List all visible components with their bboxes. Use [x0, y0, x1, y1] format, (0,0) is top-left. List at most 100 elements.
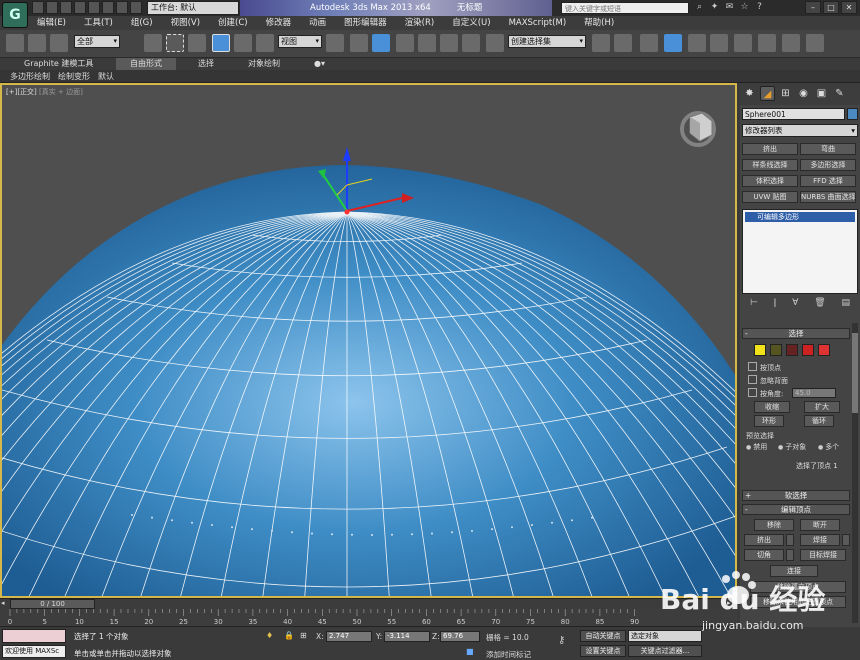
uvw-map-button[interactable]: UVW 贴图	[742, 191, 798, 203]
redo-icon[interactable]	[88, 1, 100, 14]
shrink-button[interactable]: 收缩	[754, 401, 790, 413]
snaps-toggle-icon[interactable]	[396, 34, 414, 52]
target-weld-button[interactable]: 目标焊接	[800, 549, 846, 561]
communication-center-icon[interactable]: ✉	[724, 2, 735, 13]
select-manipulate-icon[interactable]	[350, 34, 368, 52]
edit-vertices-rollout-header[interactable]: - 编辑顶点	[742, 504, 850, 515]
spline-select-button[interactable]: 样条线选择	[742, 159, 798, 171]
binoculars-icon[interactable]: ⌕	[694, 2, 705, 13]
selection-rollout-header[interactable]: - 选择	[742, 328, 850, 339]
menu-create[interactable]: 创建(C)	[209, 16, 257, 30]
keyboard-shortcut-override-icon[interactable]	[372, 34, 390, 52]
grow-button[interactable]: 扩大	[804, 401, 840, 413]
rect-selection-icon[interactable]	[166, 34, 184, 52]
vertex-level-icon[interactable]	[754, 344, 766, 356]
auto-key-button[interactable]: 自动关键点	[580, 630, 626, 642]
spinner-snap-icon[interactable]	[462, 34, 480, 52]
pin-stack-icon[interactable]: ⊢	[750, 298, 758, 312]
time-tag-icon[interactable]: ■	[466, 647, 474, 656]
subtab-defaults[interactable]: 默认	[98, 70, 114, 83]
menu-group[interactable]: 组(G)	[122, 16, 162, 30]
rendered-frame-icon[interactable]	[782, 34, 800, 52]
x-coordinate-field[interactable]: 2.747	[326, 631, 372, 642]
hierarchy-tab-icon[interactable]: ⊞	[778, 86, 793, 101]
menu-rendering[interactable]: 渲染(R)	[396, 16, 444, 30]
menu-graph-editors[interactable]: 图形编辑器	[335, 16, 396, 30]
maxscript-listener-input[interactable]	[2, 629, 66, 643]
edit-named-sets-icon[interactable]	[486, 34, 504, 52]
menu-customize[interactable]: 自定义(U)	[443, 16, 499, 30]
menu-animation[interactable]: 动画	[300, 16, 335, 30]
make-unique-icon[interactable]: ∀	[792, 298, 798, 312]
preview-subobject-radio[interactable]: 子对象	[778, 442, 806, 452]
bend-modifier-button[interactable]: 弯曲	[800, 143, 856, 155]
app-menu-button[interactable]: G	[2, 2, 28, 28]
viewcube[interactable]	[680, 111, 716, 147]
by-angle-checkbox[interactable]: 按角度:	[748, 388, 783, 399]
named-selection-dropdown[interactable]: 创建选择集	[508, 35, 586, 48]
create-tab-icon[interactable]: ✸	[742, 86, 757, 101]
nurbs-surface-select-button[interactable]: NURBS 曲面选择	[800, 191, 856, 203]
pivot-center-icon[interactable]	[326, 34, 344, 52]
render-setup-icon[interactable]	[758, 34, 776, 52]
menu-edit[interactable]: 编辑(E)	[28, 16, 75, 30]
polygon-level-icon[interactable]	[802, 344, 814, 356]
element-level-icon[interactable]	[818, 344, 830, 356]
workspace-dropdown[interactable]: 工作台: 默认	[147, 1, 239, 15]
viewport-label[interactable]: [+][正交] [真实 + 边面]	[6, 87, 83, 97]
border-level-icon[interactable]	[786, 344, 798, 356]
tab-freeform[interactable]: 自由形式	[116, 58, 176, 70]
menu-modifiers[interactable]: 修改器	[257, 16, 301, 30]
help-search-input[interactable]: 键入关键字或短语	[561, 2, 689, 14]
selection-filter-dropdown[interactable]: 全部	[74, 35, 120, 48]
undo-icon[interactable]	[74, 1, 86, 14]
help-icon[interactable]: ?	[754, 2, 765, 13]
time-slider-thumb[interactable]: 0 / 100	[10, 599, 95, 609]
layer-manager-icon[interactable]	[640, 34, 658, 52]
object-color-swatch[interactable]	[847, 108, 858, 120]
maximize-button[interactable]: □	[823, 1, 839, 14]
selection-lock-icon[interactable]: 🔒	[284, 631, 294, 640]
bind-space-warp-icon[interactable]	[50, 34, 68, 52]
front-viewport[interactable]: [+][正交] [真实 + 边面]	[0, 83, 737, 598]
viewport-label-main[interactable]: [+][正交]	[6, 88, 37, 96]
menu-maxscript[interactable]: MAXScript(M)	[500, 16, 576, 30]
object-name-field[interactable]: Sphere001	[742, 108, 845, 120]
angle-spinner[interactable]: 45.0	[792, 388, 836, 398]
extrude-button[interactable]: 挤出	[744, 534, 784, 546]
isolate-selection-icon[interactable]: ♦	[266, 631, 273, 640]
menu-views[interactable]: 视图(V)	[162, 16, 209, 30]
tab-object-paint[interactable]: 对象绘制	[248, 58, 280, 70]
key-icon[interactable]: ⚷	[558, 635, 565, 646]
minimize-button[interactable]: –	[805, 1, 821, 14]
z-coordinate-field[interactable]: 69.76	[440, 631, 480, 642]
extrude-settings-button[interactable]	[786, 534, 794, 546]
break-button[interactable]: 断开	[800, 519, 840, 531]
y-coordinate-field[interactable]: -3.114	[384, 631, 430, 642]
loop-button[interactable]: 循环	[804, 415, 834, 427]
curve-editor-icon[interactable]	[688, 34, 706, 52]
configure-sets-icon[interactable]: ▤	[842, 298, 851, 312]
close-button[interactable]: ✕	[841, 1, 857, 14]
project-folder-icon[interactable]	[130, 1, 142, 14]
chamfer-button[interactable]: 切角	[744, 549, 784, 561]
time-prev-arrow[interactable]: ◂	[1, 599, 5, 607]
scale-icon[interactable]	[256, 34, 274, 52]
open-file-icon[interactable]	[46, 1, 58, 14]
save-file-icon[interactable]	[60, 1, 72, 14]
weld-button[interactable]: 焊接	[800, 534, 840, 546]
percent-snap-icon[interactable]	[440, 34, 458, 52]
hold-icon[interactable]	[102, 1, 114, 14]
graphite-toggle-icon[interactable]	[664, 34, 682, 52]
select-object-icon[interactable]	[144, 34, 162, 52]
schematic-view-icon[interactable]	[710, 34, 728, 52]
stack-item-editable-poly[interactable]: 可编辑多边形	[745, 212, 855, 222]
track-bar[interactable]: 0 5 10 15 20 25 30 35 40 45 50 55 60 65 70 75 80 85 90	[0, 609, 737, 627]
key-filters-button[interactable]: 关键点过滤器...	[628, 645, 702, 657]
remove-button[interactable]: 移除	[754, 519, 794, 531]
fetch-icon[interactable]	[116, 1, 128, 14]
modify-tab-icon[interactable]: ◢	[760, 86, 775, 101]
display-tab-icon[interactable]: ▣	[814, 86, 829, 101]
time-slider[interactable]: ◂ 0 / 100 ▸	[0, 598, 737, 609]
viewport-label-shading[interactable]: [真实 + 边面]	[39, 88, 83, 96]
